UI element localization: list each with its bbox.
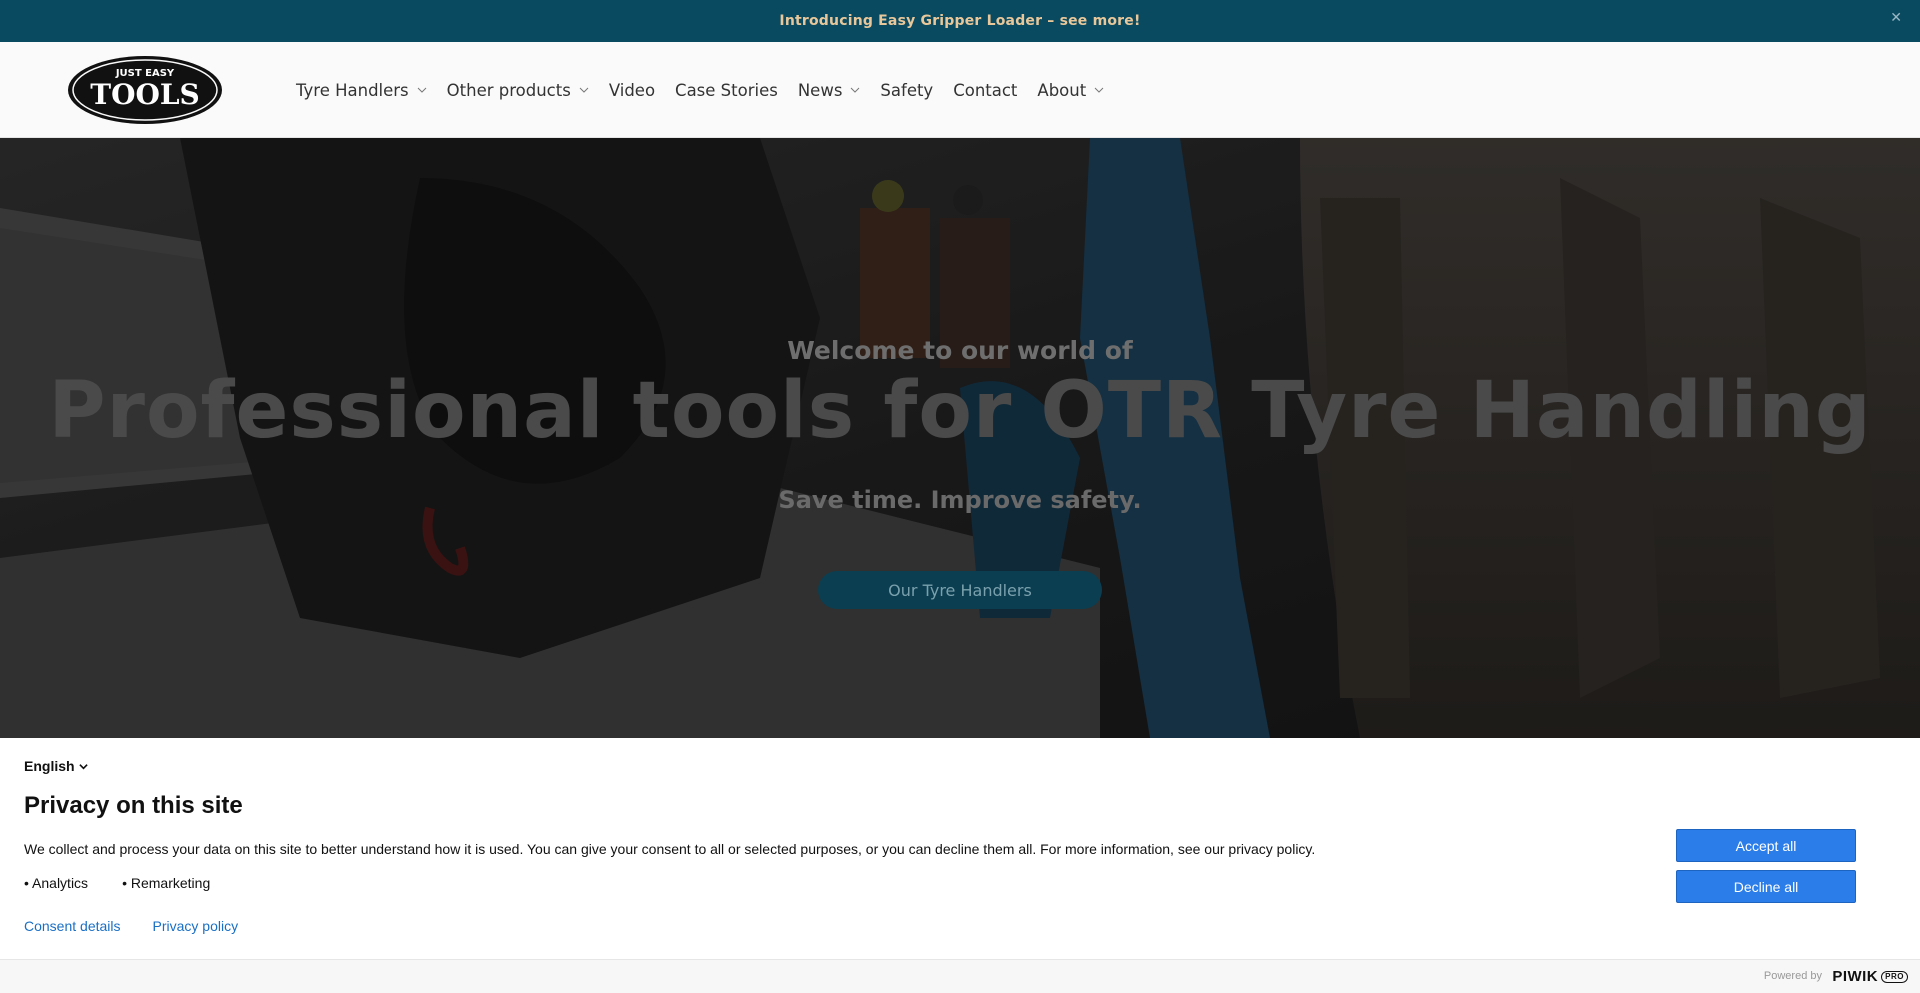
nav-item-about[interactable]: About — [1037, 81, 1104, 100]
nav-label: Safety — [880, 80, 934, 100]
nav-label: About — [1037, 80, 1087, 100]
language-label: English — [24, 758, 75, 774]
purpose-label: Remarketing — [130, 875, 211, 891]
hero-section: Welcome to our world of Professional too… — [0, 138, 1920, 738]
chevron-down-icon — [851, 87, 860, 93]
piwik-brand: PIWIK — [1832, 968, 1879, 985]
chevron-down-icon — [417, 87, 427, 93]
consent-details-link[interactable]: Consent details — [24, 918, 121, 934]
announcement-text[interactable]: Introducing Easy Gripper Loader – see mo… — [779, 13, 1140, 29]
purpose-item-remarketing: • Remarketing — [122, 875, 211, 891]
nav-item-tyre-handlers[interactable]: Tyre Handlers — [296, 81, 427, 100]
our-tyre-handlers-button[interactable]: Our Tyre Handlers — [818, 571, 1102, 609]
hero-welcome-text: Welcome to our world of — [787, 336, 1133, 365]
nav-item-safety[interactable]: Safety — [880, 81, 933, 100]
purpose-list: • Analytics • Remarketing — [24, 875, 244, 891]
powered-by-bar: Powered by PIWIK PRO — [0, 959, 1920, 993]
decline-all-button[interactable]: Decline all — [1676, 870, 1856, 903]
nav-label: Other products — [446, 80, 571, 100]
chevron-down-icon — [579, 87, 589, 93]
consent-links: Consent details Privacy policy — [24, 918, 270, 934]
privacy-policy-link[interactable]: Privacy policy — [153, 918, 239, 934]
privacy-consent-banner: English Privacy on this site We collect … — [0, 738, 1920, 959]
logo-main-text: TOOLS — [90, 78, 200, 111]
nav-item-other-products[interactable]: Other products — [447, 81, 589, 100]
language-select[interactable]: English — [24, 758, 88, 774]
purpose-label: Analytics — [32, 875, 89, 891]
hero-subtitle: Save time. Improve safety. — [778, 486, 1142, 514]
chevron-down-icon — [78, 763, 88, 769]
consent-description: We collect and process your data on this… — [24, 841, 1316, 857]
purpose-item-analytics: • Analytics — [24, 875, 89, 891]
nav-item-case-stories[interactable]: Case Stories — [675, 81, 778, 100]
nav-item-news[interactable]: News — [798, 81, 861, 100]
nav-item-video[interactable]: Video — [609, 81, 655, 100]
powered-by-text: Powered by — [1763, 970, 1822, 982]
consent-title: Privacy on this site — [24, 792, 243, 819]
main-nav: Tyre Handlers Other products Video Case … — [296, 42, 1124, 138]
piwik-pro-badge: PRO — [1881, 970, 1908, 983]
nav-label: Contact — [953, 80, 1018, 100]
nav-label: Case Stories — [675, 80, 778, 100]
nav-label: News — [797, 80, 843, 100]
close-icon[interactable]: ✕ — [1890, 10, 1902, 26]
site-header: JUST EASY TOOLS Tyre Handlers Other prod… — [0, 42, 1920, 138]
chevron-down-icon — [1094, 87, 1104, 93]
announcement-bar[interactable]: Introducing Easy Gripper Loader – see mo… — [0, 0, 1920, 42]
accept-all-button[interactable]: Accept all — [1676, 829, 1856, 862]
nav-label: Video — [608, 80, 656, 100]
site-logo[interactable]: JUST EASY TOOLS — [66, 54, 224, 126]
hero-title: Professional tools for OTR Tyre Handling — [48, 366, 1872, 456]
nav-label: Tyre Handlers — [296, 80, 409, 100]
nav-item-contact[interactable]: Contact — [953, 81, 1017, 100]
piwik-pro-logo[interactable]: PIWIK PRO — [1832, 968, 1908, 985]
